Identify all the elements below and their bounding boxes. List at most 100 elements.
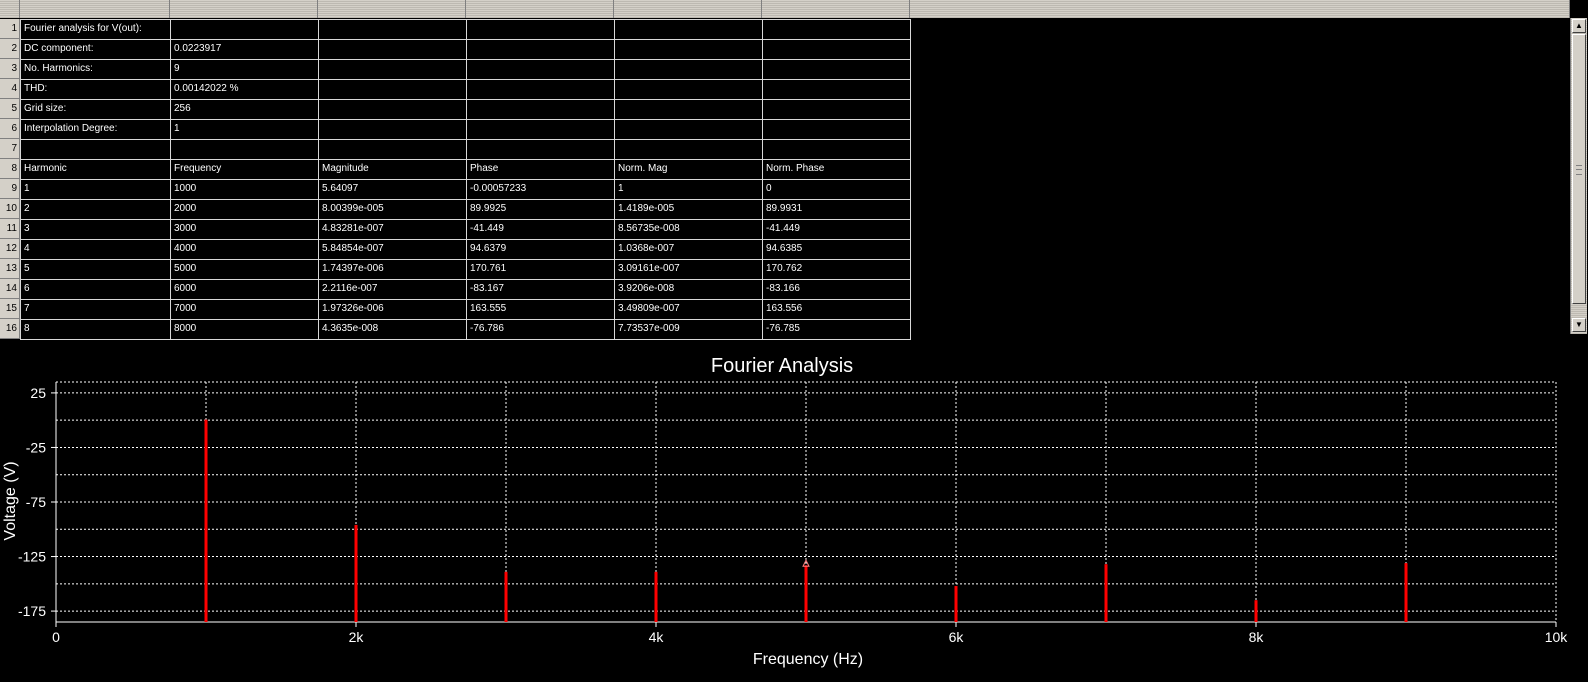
table-cell[interactable]: 6000 xyxy=(170,279,319,300)
table-cell[interactable]: Norm. Mag xyxy=(614,159,763,180)
table-cell[interactable]: 8.56735e-008 xyxy=(614,219,763,240)
table-cell[interactable]: Harmonic xyxy=(20,159,171,180)
table-cell[interactable]: DC component: xyxy=(20,39,171,60)
column-header[interactable] xyxy=(762,0,910,18)
table-cell[interactable]: 7000 xyxy=(170,299,319,320)
table-cell[interactable]: Fourier analysis for V(out): xyxy=(20,19,171,40)
table-cell[interactable] xyxy=(466,59,615,80)
table-cell[interactable]: 4.3635e-008 xyxy=(318,319,467,340)
table-cell[interactable]: 4000 xyxy=(170,239,319,260)
table-cell[interactable]: 7 xyxy=(20,299,171,320)
row-number[interactable]: 10 xyxy=(0,199,20,219)
table-cell[interactable] xyxy=(318,19,467,40)
column-header[interactable] xyxy=(318,0,466,18)
table-cell[interactable] xyxy=(170,139,319,160)
table-cell[interactable]: -83.166 xyxy=(762,279,911,300)
table-cell[interactable]: 5000 xyxy=(170,259,319,280)
table-cell[interactable]: 8.00399e-005 xyxy=(318,199,467,220)
table-cell[interactable]: 3.49809e-007 xyxy=(614,299,763,320)
table-cell[interactable] xyxy=(318,99,467,120)
row-number[interactable]: 16 xyxy=(0,319,20,339)
row-number[interactable]: 9 xyxy=(0,179,20,199)
table-cell[interactable] xyxy=(762,119,911,140)
row-number[interactable]: 3 xyxy=(0,59,20,79)
table-cell[interactable] xyxy=(614,19,763,40)
table-cell[interactable]: 3000 xyxy=(170,219,319,240)
table-cell[interactable] xyxy=(614,99,763,120)
table-cell[interactable] xyxy=(318,59,467,80)
table-cell[interactable] xyxy=(762,139,911,160)
row-number[interactable]: 11 xyxy=(0,219,20,239)
table-cell[interactable]: 170.762 xyxy=(762,259,911,280)
table-cell[interactable]: -83.167 xyxy=(466,279,615,300)
table-cell[interactable]: Phase xyxy=(466,159,615,180)
column-header[interactable] xyxy=(614,0,762,18)
table-cell[interactable] xyxy=(170,19,319,40)
table-cell[interactable]: 5.64097 xyxy=(318,179,467,200)
table-cell[interactable] xyxy=(614,139,763,160)
table-cell[interactable]: -0.00057233 xyxy=(466,179,615,200)
table-cell[interactable] xyxy=(466,39,615,60)
table-cell[interactable]: Interpolation Degree: xyxy=(20,119,171,140)
table-cell[interactable]: 1.74397e-006 xyxy=(318,259,467,280)
scroll-down-icon[interactable]: ▼ xyxy=(1572,318,1586,332)
table-cell[interactable]: 2.2116e-007 xyxy=(318,279,467,300)
table-cell[interactable] xyxy=(614,59,763,80)
table-cell[interactable] xyxy=(762,39,911,60)
table-cell[interactable]: 8 xyxy=(20,319,171,340)
table-cell[interactable]: 6 xyxy=(20,279,171,300)
table-cell[interactable] xyxy=(762,19,911,40)
table-cell[interactable]: 1.0368e-007 xyxy=(614,239,763,260)
table-cell[interactable] xyxy=(466,139,615,160)
table-cell[interactable]: 4.83281e-007 xyxy=(318,219,467,240)
row-number[interactable]: 13 xyxy=(0,259,20,279)
row-number[interactable]: 4 xyxy=(0,79,20,99)
column-header[interactable] xyxy=(170,0,318,18)
table-cell[interactable]: 2000 xyxy=(170,199,319,220)
table-cell[interactable] xyxy=(318,79,467,100)
table-cell[interactable]: 5.84854e-007 xyxy=(318,239,467,260)
scrollbar-thumb[interactable] xyxy=(1572,34,1586,304)
table-cell[interactable] xyxy=(762,79,911,100)
table-cell[interactable] xyxy=(466,79,615,100)
table-cell[interactable]: Magnitude xyxy=(318,159,467,180)
row-number[interactable]: 6 xyxy=(0,119,20,139)
row-number[interactable]: 7 xyxy=(0,139,20,159)
table-cell[interactable]: 94.6385 xyxy=(762,239,911,260)
table-cell[interactable]: -76.785 xyxy=(762,319,911,340)
table-cell[interactable]: Frequency xyxy=(170,159,319,180)
row-number[interactable]: 14 xyxy=(0,279,20,299)
row-number[interactable]: 1 xyxy=(0,19,20,39)
row-number[interactable]: 5 xyxy=(0,99,20,119)
table-cell[interactable]: 3 xyxy=(20,219,171,240)
table-cell[interactable] xyxy=(614,119,763,140)
column-header[interactable] xyxy=(910,0,1570,18)
scroll-up-icon[interactable]: ▲ xyxy=(1572,19,1586,33)
column-header[interactable] xyxy=(20,0,170,18)
table-cell[interactable]: 89.9925 xyxy=(466,199,615,220)
table-cell[interactable]: 7.73537e-009 xyxy=(614,319,763,340)
table-cell[interactable]: 2 xyxy=(20,199,171,220)
table-cell[interactable] xyxy=(762,59,911,80)
table-cell[interactable]: 163.556 xyxy=(762,299,911,320)
table-cell[interactable]: -76.786 xyxy=(466,319,615,340)
table-cell[interactable]: Norm. Phase xyxy=(762,159,911,180)
table-cell[interactable] xyxy=(614,39,763,60)
table-cell[interactable]: 256 xyxy=(170,99,319,120)
table-cell[interactable]: 3.9206e-008 xyxy=(614,279,763,300)
table-cell[interactable] xyxy=(20,139,171,160)
row-number[interactable]: 12 xyxy=(0,239,20,259)
table-cell[interactable]: 1.97326e-006 xyxy=(318,299,467,320)
table-cell[interactable]: 9 xyxy=(170,59,319,80)
table-cell[interactable]: 89.9931 xyxy=(762,199,911,220)
table-cell[interactable]: 1 xyxy=(614,179,763,200)
table-cell[interactable]: 1.4189e-005 xyxy=(614,199,763,220)
row-number[interactable]: 15 xyxy=(0,299,20,319)
table-cell[interactable] xyxy=(318,39,467,60)
table-cell[interactable] xyxy=(466,99,615,120)
table-cell[interactable]: THD: xyxy=(20,79,171,100)
table-cell[interactable] xyxy=(318,139,467,160)
table-cell[interactable] xyxy=(762,99,911,120)
table-cell[interactable]: 1 xyxy=(20,179,171,200)
table-cell[interactable]: No. Harmonics: xyxy=(20,59,171,80)
